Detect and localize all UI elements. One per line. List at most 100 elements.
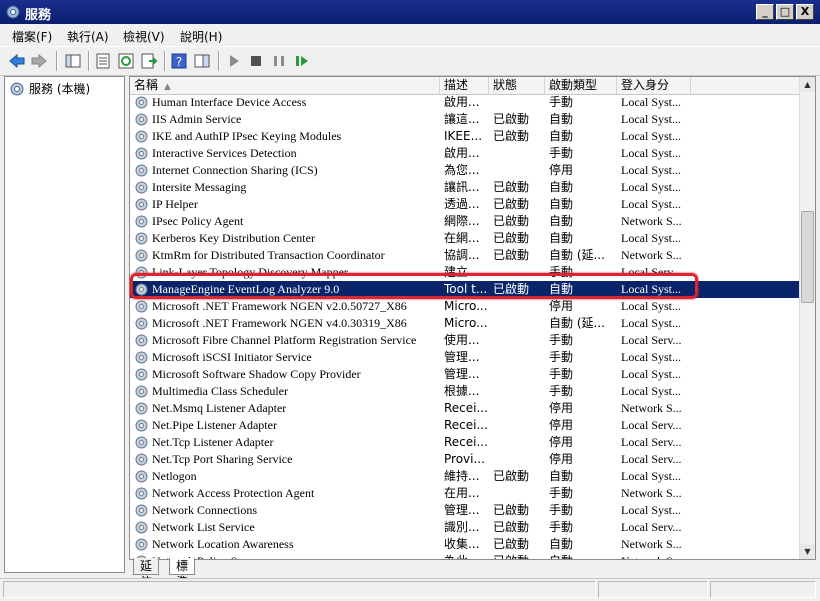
- service-row[interactable]: Network Access Protection Agent 在用... 手動 Ne…: [130, 485, 800, 502]
- service-row[interactable]: IIS Admin Service 讓這... 已啟動 自動 Local Syst...: [130, 111, 800, 128]
- service-gear-icon: [135, 130, 148, 143]
- restart-icon[interactable]: [293, 52, 311, 70]
- export-list-icon[interactable]: [140, 52, 158, 70]
- service-row[interactable]: Microsoft Fibre Channel Platform Registr…: [130, 332, 800, 349]
- scroll-down-button[interactable]: ▼: [800, 544, 815, 559]
- pause-icon[interactable]: [270, 52, 288, 70]
- scroll-thumb[interactable]: [801, 211, 814, 303]
- service-row[interactable]: Microsoft .NET Framework NGEN v2.0.50727…: [130, 298, 800, 315]
- status-segment: [3, 581, 596, 598]
- tab-standard[interactable]: 標準: [169, 558, 196, 589]
- show-hide-tree-icon[interactable]: [64, 52, 82, 70]
- service-description: 在網...: [444, 231, 480, 245]
- service-description: Provi...: [444, 452, 485, 466]
- service-gear-icon: [135, 419, 148, 432]
- service-row[interactable]: IPsec Policy Agent 網際... 已啟動 自動 Network S...: [130, 213, 800, 230]
- column-description[interactable]: 描述: [440, 77, 489, 94]
- service-status: 已啟動: [493, 129, 530, 143]
- minimize-button[interactable]: _: [756, 4, 774, 20]
- service-status: [493, 315, 545, 332]
- service-log-on-as: Network S...: [621, 553, 691, 559]
- service-description: 協調...: [444, 248, 480, 262]
- service-startup-type: 自動 (延...: [549, 248, 605, 262]
- service-row[interactable]: Net.Msmq Listener Adapter Recei... 停用 Netwo…: [130, 400, 800, 417]
- menu-action[interactable]: 執行(A): [67, 28, 109, 45]
- service-status: [493, 383, 545, 400]
- column-name[interactable]: 名稱 ▲: [130, 77, 440, 94]
- start-icon[interactable]: [225, 52, 243, 70]
- back-arrow-icon[interactable]: [8, 52, 26, 70]
- services-gear-icon: [10, 82, 24, 95]
- service-row[interactable]: Net.Tcp Port Sharing Service Provi... 停用 Lo…: [130, 451, 800, 468]
- service-description: IKEE...: [444, 129, 483, 143]
- service-row[interactable]: Human Interface Device Access 啟用... 手動 Loca…: [130, 94, 800, 111]
- service-log-on-as: Local Syst...: [621, 469, 681, 483]
- scroll-up-button[interactable]: ▲: [800, 77, 815, 92]
- help-icon[interactable]: ?: [170, 52, 188, 70]
- column-header: 名稱 ▲ 描述 狀態 啟動類型 登入身分: [130, 77, 800, 95]
- service-row[interactable]: Microsoft iSCSI Initiator Service 管理... 手動…: [130, 349, 800, 366]
- service-row[interactable]: Interactive Services Detection 啟用... 手動 Loc…: [130, 145, 800, 162]
- service-description: Micro...: [444, 299, 488, 313]
- column-log-on-as[interactable]: 登入身分: [617, 77, 691, 94]
- service-startup-type: 自動 (延...: [549, 316, 605, 330]
- service-row[interactable]: Network List Service 識別... 已啟動 手動 Local Serv…: [130, 519, 800, 536]
- column-startup-type[interactable]: 啟動類型: [545, 77, 617, 94]
- properties-icon[interactable]: [94, 52, 112, 70]
- service-description: Recei...: [444, 435, 488, 449]
- service-row[interactable]: Microsoft .NET Framework NGEN v4.0.30319…: [130, 315, 800, 332]
- service-row[interactable]: Internet Connection Sharing (ICS) 為您... 停用…: [130, 162, 800, 179]
- tab-extended[interactable]: 延伸: [133, 558, 160, 589]
- service-row[interactable]: Netlogon 維持... 已啟動 自動 Local Syst...: [130, 468, 800, 485]
- service-log-on-as: Local Syst...: [621, 180, 681, 194]
- service-startup-type: 手動: [549, 95, 574, 109]
- service-row[interactable]: KtmRm for Distributed Transaction Coordi…: [130, 247, 800, 264]
- service-status: [493, 434, 545, 451]
- service-status: 已啟動: [493, 469, 530, 483]
- service-row[interactable]: IP Helper 透過... 已啟動 自動 Local Syst...: [130, 196, 800, 213]
- stop-icon[interactable]: [247, 52, 265, 70]
- menu-help[interactable]: 說明(H): [180, 28, 222, 45]
- service-name: IP Helper: [152, 197, 198, 211]
- service-name: Network Connections: [152, 503, 257, 517]
- service-row[interactable]: Kerberos Key Distribution Center 在網... 已啟動…: [130, 230, 800, 247]
- service-log-on-as: Local Syst...: [621, 129, 681, 143]
- service-name: Net.Pipe Listener Adapter: [152, 418, 277, 432]
- service-row[interactable]: Network Location Awareness 收集... 已啟動 自動 Netw…: [130, 536, 800, 553]
- service-status: [493, 366, 545, 383]
- service-status: [493, 162, 545, 179]
- service-row[interactable]: Intersite Messaging 讓訊... 已啟動 自動 Local Syst.…: [130, 179, 800, 196]
- menu-view[interactable]: 檢視(V): [123, 28, 165, 45]
- service-log-on-as: Local Serv...: [621, 452, 682, 466]
- tree-item-services-local[interactable]: 服務 (本機): [9, 80, 90, 97]
- forward-arrow-icon[interactable]: [30, 52, 48, 70]
- close-button[interactable]: X: [796, 4, 814, 20]
- service-row[interactable]: Net.Tcp Listener Adapter Recei... 停用 Local …: [130, 434, 800, 451]
- service-row[interactable]: IKE and AuthIP IPsec Keying Modules IKEE.…: [130, 128, 800, 145]
- service-row[interactable]: Microsoft Software Shadow Copy Provider 管…: [130, 366, 800, 383]
- service-status: 已啟動: [493, 112, 530, 126]
- maximize-button[interactable]: □: [776, 4, 794, 20]
- service-row[interactable]: Network Connections 管理... 已啟動 手動 Local Syst.…: [130, 502, 800, 519]
- service-status: 已啟動: [493, 503, 530, 517]
- service-description: 透過...: [444, 197, 480, 211]
- action-pane-icon[interactable]: [193, 52, 211, 70]
- menu-file[interactable]: 檔案(F): [12, 28, 52, 45]
- service-name: Network Location Awareness: [152, 537, 294, 551]
- service-gear-icon: [135, 215, 148, 228]
- column-status[interactable]: 狀態: [489, 77, 545, 94]
- service-name: KtmRm for Distributed Transaction Coordi…: [152, 248, 385, 262]
- service-description: 管理...: [444, 350, 480, 364]
- service-startup-type: 自動: [549, 197, 574, 211]
- service-log-on-as: Local Syst...: [621, 299, 681, 313]
- refresh-icon[interactable]: [117, 52, 135, 70]
- service-gear-icon: [135, 436, 148, 449]
- service-row[interactable]: Net.Pipe Listener Adapter Recei... 停用 Local…: [130, 417, 800, 434]
- vertical-scrollbar[interactable]: ▲ ▼: [799, 77, 815, 559]
- service-row[interactable]: Network Policy Server 為此... 已啟動自動 Network S…: [130, 553, 800, 559]
- service-gear-icon: [135, 351, 148, 364]
- service-startup-type: 手動: [549, 384, 574, 398]
- service-row[interactable]: Multimedia Class Scheduler 根據... 手動 Local S…: [130, 383, 800, 400]
- toolbar: ?: [0, 46, 820, 76]
- service-description: Recei...: [444, 418, 488, 432]
